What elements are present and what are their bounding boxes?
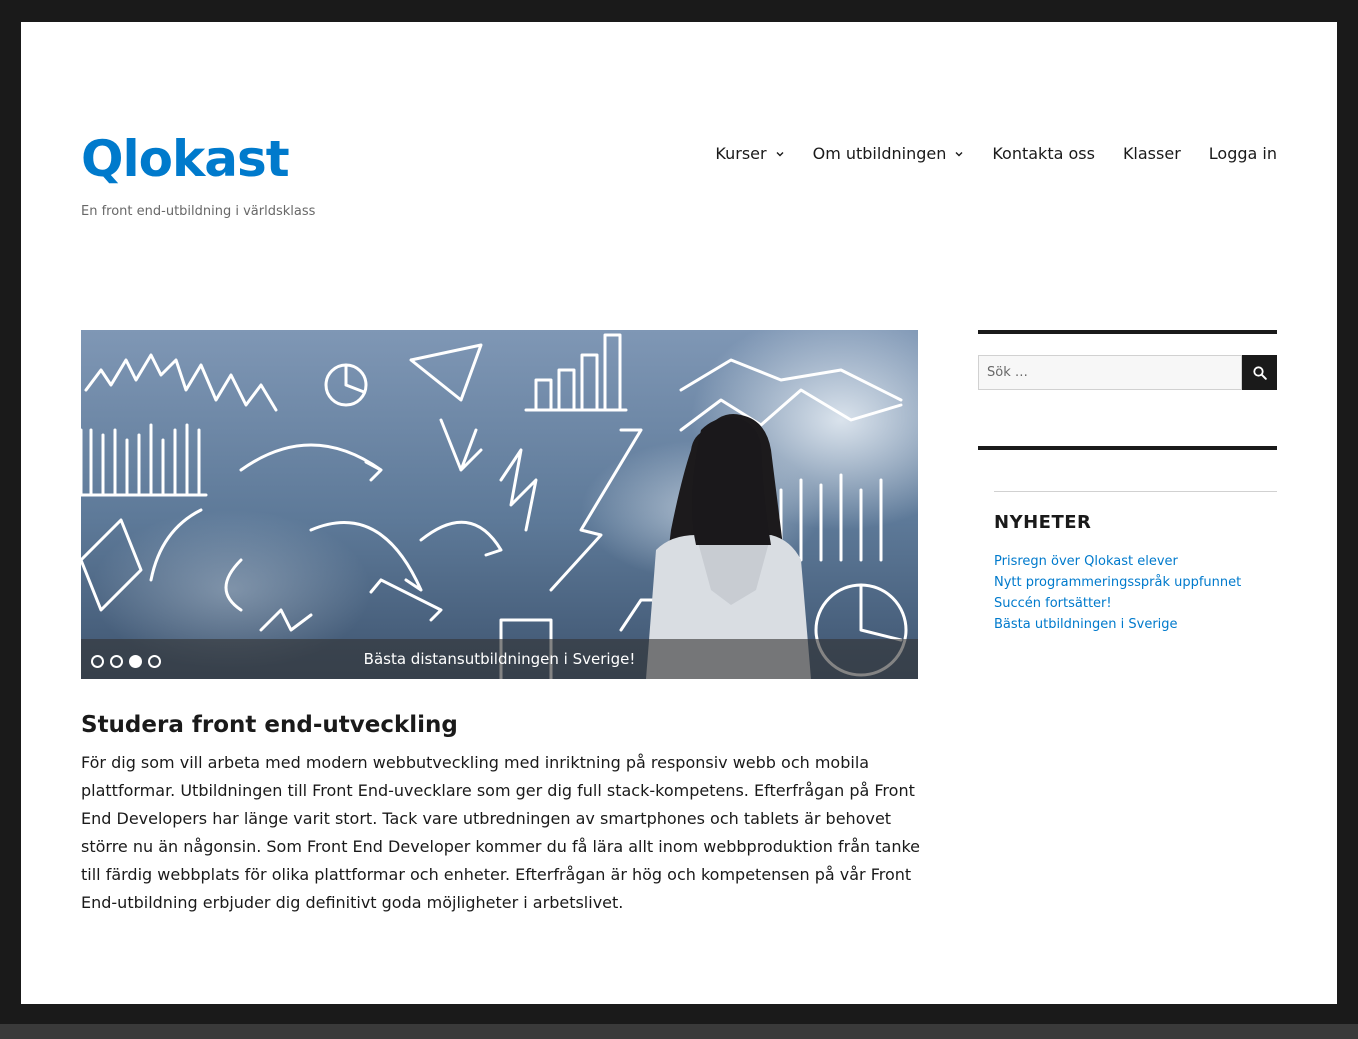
news-link[interactable]: Prisregn över Qlokast elever (994, 554, 1178, 569)
search-button[interactable] (1242, 355, 1277, 390)
chevron-down-icon (955, 151, 963, 156)
site-description: En front end-utbildning i världsklass (81, 204, 316, 219)
news-title: NYHETER (994, 512, 1092, 533)
search-input[interactable] (978, 355, 1242, 390)
chevron-down-icon (776, 151, 784, 156)
nav-item-kurser[interactable]: Kurser (715, 144, 784, 163)
nav-item-kontakta-oss[interactable]: Kontakta oss (992, 144, 1095, 163)
page: Qlokast En front end-utbildning i världs… (21, 22, 1337, 1004)
main-nav: Kurser Om utbildningen Kontakta oss Klas… (715, 144, 1277, 163)
slider-dot[interactable] (110, 655, 123, 668)
article-title: Studera front end-utveckling (81, 712, 458, 738)
news-link[interactable]: Nytt programmeringsspråk uppfunnet (994, 575, 1241, 590)
slider-dot[interactable] (91, 655, 104, 668)
news-list: Prisregn över Qlokast elever Nytt progra… (994, 551, 1277, 635)
window-bottom-edge (0, 1024, 1358, 1039)
widget-divider (978, 330, 1277, 334)
list-item: Bästa utbildningen i Sverige (994, 614, 1277, 635)
search-form (978, 355, 1277, 390)
nav-item-label: Klasser (1122, 144, 1181, 163)
nav-item-label: Kurser (715, 144, 767, 163)
nav-item-label: Kontakta oss (992, 144, 1095, 163)
site-title[interactable]: Qlokast (81, 134, 290, 184)
search-icon (1252, 365, 1267, 380)
article-body: För dig som vill arbeta med modern webbu… (81, 753, 921, 912)
slide-image (81, 330, 918, 679)
slider-dot-active[interactable] (129, 655, 142, 668)
nav-item-logga-in[interactable]: Logga in (1209, 144, 1277, 163)
news-link[interactable]: Succén fortsätter! (994, 596, 1112, 611)
list-item: Succén fortsätter! (994, 593, 1277, 614)
slider-dot[interactable] (148, 655, 161, 668)
list-item: Nytt programmeringsspråk uppfunnet (994, 572, 1277, 593)
sidebar: NYHETER Prisregn över Qlokast elever Nyt… (978, 330, 1277, 635)
nav-item-om-utbildningen[interactable]: Om utbildningen (813, 144, 965, 163)
nav-item-klasser[interactable]: Klasser (1123, 144, 1181, 163)
nav-item-label: Logga in (1208, 144, 1277, 163)
widget-divider (978, 446, 1277, 450)
news-link[interactable]: Bästa utbildningen i Sverige (994, 617, 1178, 632)
nav-item-label: Om utbildningen (812, 144, 947, 163)
slide-caption: Bästa distansutbildningen i Sverige! (363, 650, 636, 668)
image-slider[interactable]: Bästa distansutbildningen i Sverige! (81, 330, 918, 679)
list-item: Prisregn över Qlokast elever (994, 551, 1277, 572)
slider-pagination (91, 655, 161, 668)
news-widget: NYHETER Prisregn över Qlokast elever Nyt… (994, 491, 1277, 635)
